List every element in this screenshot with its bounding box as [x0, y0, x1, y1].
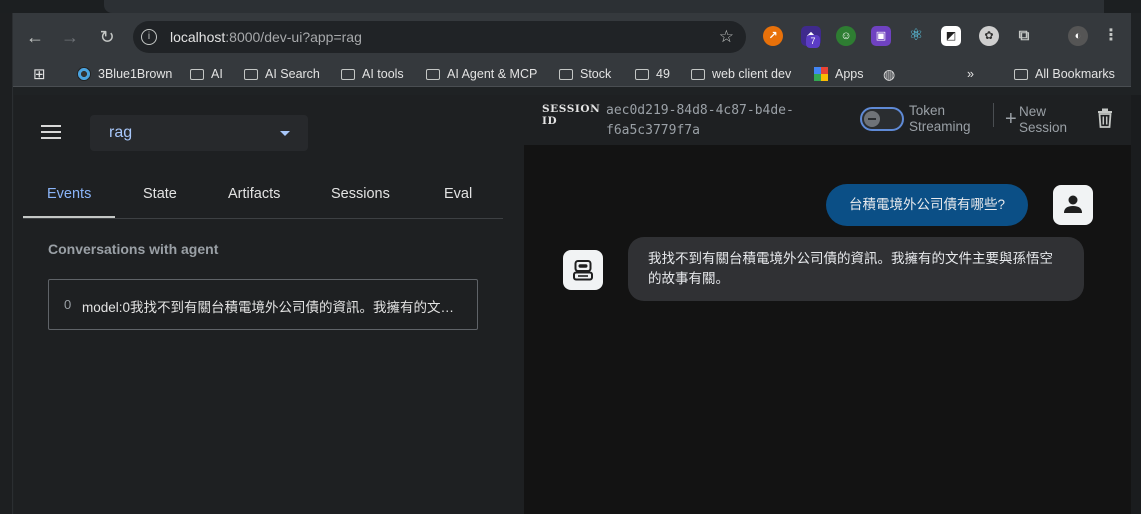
side-panel-tabs: Events State Artifacts Sessions Eval [23, 175, 503, 219]
folder-icon [559, 68, 573, 80]
forward-icon[interactable]: → [58, 25, 82, 49]
bookmark-folder-ai[interactable]: AI [190, 66, 223, 82]
bookmark-3blue1brown[interactable]: 3Blue1Brown [77, 66, 172, 82]
reload-icon[interactable]: ↻ [95, 25, 119, 49]
dropdown-arrow-icon [280, 131, 290, 136]
extension-robot-icon[interactable]: ☺ [836, 26, 856, 46]
plus-icon: + [1005, 108, 1017, 130]
bookmark-apps[interactable]: Apps [814, 66, 864, 82]
folder-icon [691, 68, 705, 80]
agent-avatar [563, 250, 603, 290]
user-avatar [1053, 185, 1093, 225]
extension-gray-icon[interactable]: ✿ [979, 26, 999, 46]
menu-icon[interactable] [41, 125, 61, 139]
extension-chat-icon[interactable]: ▣ [871, 26, 891, 46]
event-index: 0 [64, 297, 72, 312]
section-title: Conversations with agent [48, 241, 219, 257]
delete-session-icon[interactable] [1097, 108, 1113, 128]
event-row[interactable]: 0 model:0我找不到有關台積電境外公司債的資訊。我擁有的文件主要與孫悟空的… [48, 279, 478, 330]
app-selector-value: rag [109, 124, 133, 141]
bookmark-folder-ai-tools[interactable]: AI tools [341, 66, 404, 82]
folder-icon [426, 68, 440, 80]
back-icon[interactable]: ← [23, 25, 47, 49]
tab-strip [0, 0, 1141, 13]
folder-icon [635, 68, 649, 80]
bookmark-folder-ai-agent-mcp[interactable]: AI Agent & MCP [426, 66, 537, 82]
tab-state[interactable]: State [143, 186, 177, 202]
tab-sessions[interactable]: Sessions [331, 186, 390, 202]
profile-avatar[interactable]: ◐ [1068, 26, 1088, 46]
window-left-edge [0, 13, 13, 514]
tab-eval[interactable]: Eval [444, 186, 472, 202]
person-icon [1064, 195, 1082, 213]
extension-badge: 7 [806, 35, 820, 48]
all-bookmarks[interactable]: All Bookmarks [1014, 66, 1115, 82]
folder-icon [341, 68, 355, 80]
bookmark-star-icon[interactable]: ☆ [719, 27, 734, 47]
extensions-puzzle-icon[interactable]: ⧉ [1014, 26, 1034, 46]
token-streaming-toggle[interactable] [860, 107, 904, 131]
bookmark-folder-49[interactable]: 49 [635, 66, 670, 82]
robot-icon [573, 260, 593, 281]
url-text[interactable]: localhost:8000/dev-ui?app=rag [170, 29, 362, 45]
react-devtools-icon[interactable]: ⚛ [906, 26, 926, 46]
agent-message-bubble: 我找不到有關台積電境外公司債的資訊。我擁有的文件主要與孫悟空的故事有關。 [628, 237, 1084, 301]
folder-icon [1014, 68, 1028, 80]
bookmark-folder-web-client-dev[interactable]: web client dev [691, 66, 791, 82]
extension-orange-icon[interactable]: ↗ [763, 26, 783, 46]
session-id-value: aec0d219-84d8-4c87-b4de-f6a5c3779f7a [606, 103, 794, 138]
side-panel: rag Events State Artifacts Sessions Eval… [14, 95, 524, 514]
3b1b-icon [77, 67, 91, 81]
browser-toolbar: ← → ↻ i localhost:8000/dev-ui?app=rag ☆ … [13, 13, 1131, 61]
folder-icon [190, 68, 204, 80]
site-info-icon[interactable]: i [141, 29, 157, 45]
header-divider [993, 103, 994, 127]
session-header: SESSION ID aec0d219-84d8-4c87-b4de-f6a5c3… [524, 95, 1131, 145]
active-tab-indicator [23, 216, 115, 218]
chat-panel: SESSION ID aec0d219-84d8-4c87-b4de-f6a5c3… [524, 95, 1131, 514]
bookmark-folder-ai-search[interactable]: AI Search [244, 66, 320, 82]
session-id-label: SESSION ID [542, 103, 601, 127]
apps-grid-icon [814, 67, 828, 81]
token-streaming-label: Token Streaming [909, 103, 971, 134]
tab-artifacts[interactable]: Artifacts [228, 186, 280, 202]
active-tab-area[interactable] [104, 0, 1104, 13]
new-session-label: New Session [1019, 104, 1068, 135]
bookmarks-bar: ⊞ 3Blue1Brown AI AI Search AI tools AI A… [13, 61, 1131, 87]
globe-icon[interactable]: ◍ [883, 66, 895, 82]
event-text: model:0我找不到有關台積電境外公司債的資訊。我擁有的文件主要與孫悟空的故事… [82, 300, 462, 315]
tab-events[interactable]: Events [47, 186, 91, 202]
folder-icon [244, 68, 258, 80]
bookmarks-overflow-icon[interactable]: » [967, 66, 974, 82]
app-selector[interactable]: rag [90, 115, 308, 151]
user-message-bubble: 台積電境外公司債有哪些? [826, 184, 1028, 226]
extension-square-icon[interactable]: ◩ [941, 26, 961, 46]
bookmark-folder-stock[interactable]: Stock [559, 66, 611, 82]
address-bar[interactable]: i localhost:8000/dev-ui?app=rag ☆ [133, 21, 746, 53]
apps-launcher-icon[interactable]: ⊞ [33, 66, 46, 83]
toggle-knob [864, 111, 880, 127]
background-window-edge [1131, 95, 1141, 514]
browser-menu-icon[interactable]: ⋮ [1101, 26, 1121, 46]
